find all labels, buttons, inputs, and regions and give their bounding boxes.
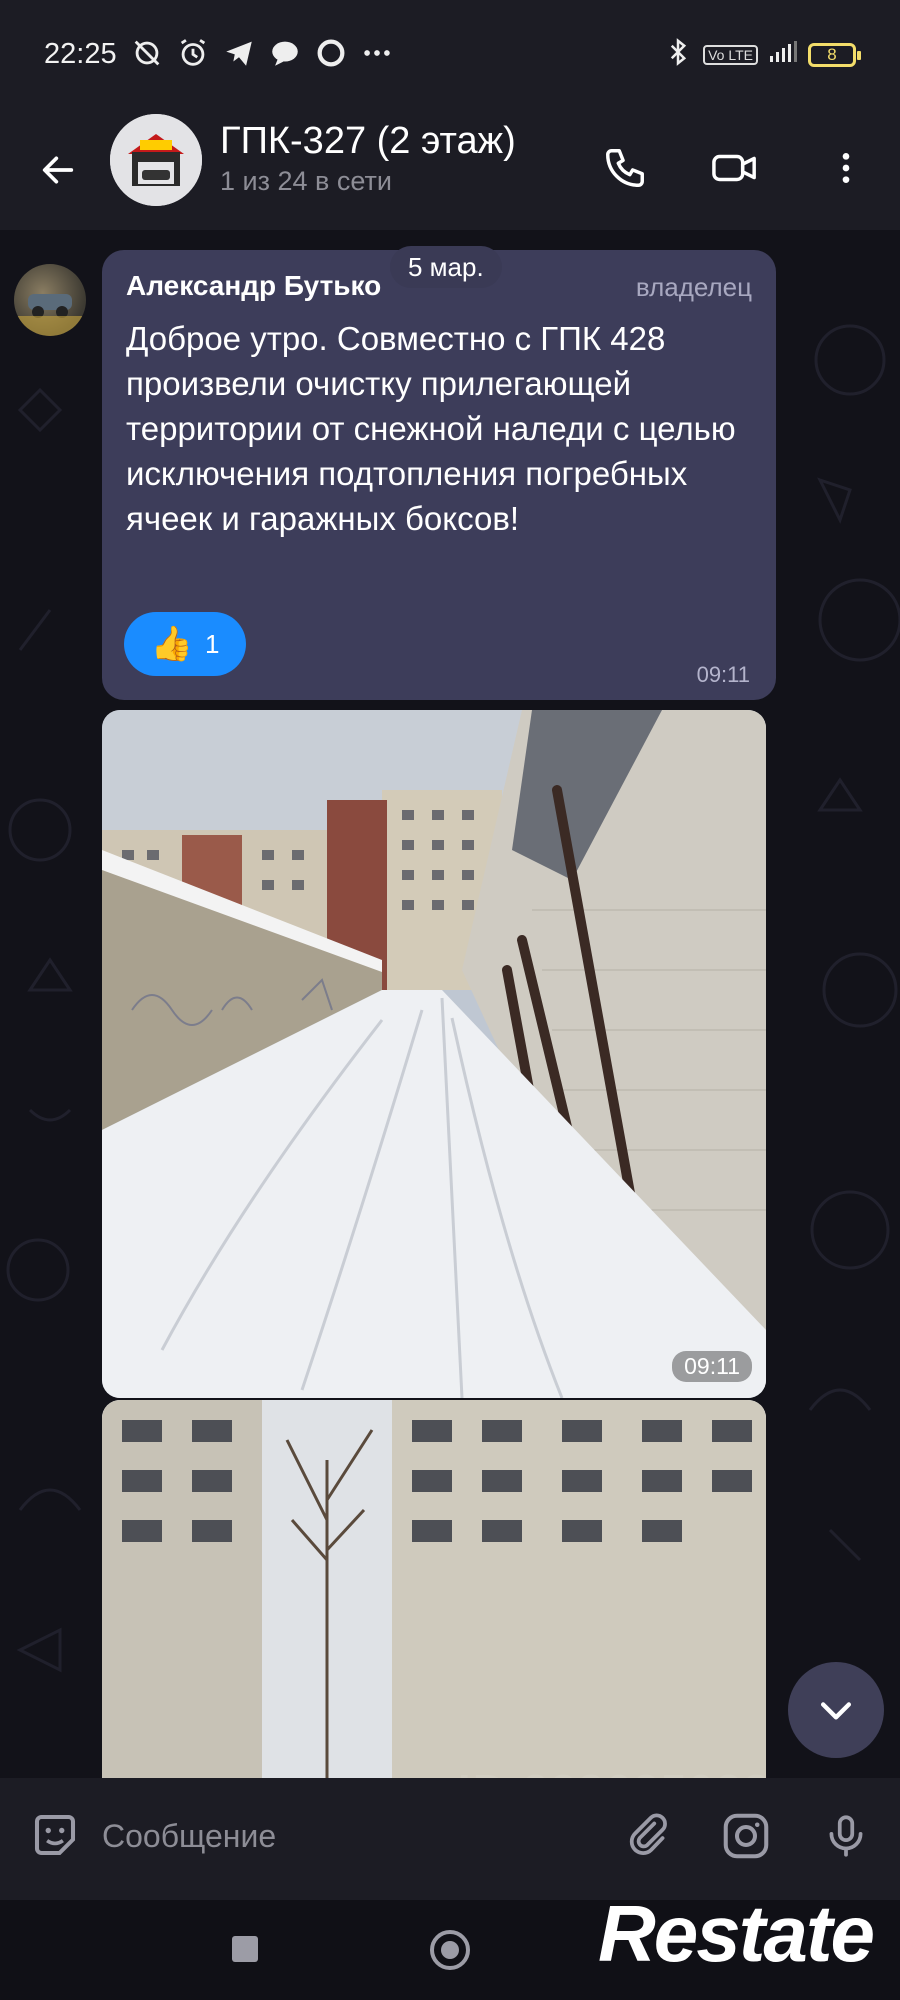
call-button[interactable] xyxy=(595,138,655,198)
chat-area[interactable]: Александр Бутько владелец Доброе утро. С… xyxy=(0,230,900,1778)
snowy-garage-alley-image xyxy=(102,710,766,1398)
status-bar: 22:25 Vo LTE 8 xyxy=(0,0,900,112)
chat-header: ГПК-327 (2 этаж) 1 из 24 в сети xyxy=(0,112,900,230)
date-chip: 5 мар. xyxy=(390,246,502,288)
more-vertical-icon xyxy=(842,153,850,183)
microphone-icon xyxy=(829,1815,863,1857)
back-button[interactable] xyxy=(30,142,86,198)
reaction-chip[interactable]: 👍 1 xyxy=(124,612,246,676)
photo-time: 09:11 xyxy=(672,1351,752,1382)
sticker-smile-icon xyxy=(34,1814,76,1856)
system-indicators: Vo LTE 8 xyxy=(663,36,861,73)
thumbs-up-icon: 👍 xyxy=(150,625,193,663)
telegram-icon xyxy=(222,36,256,75)
message-composer: Сообщение xyxy=(0,1778,900,1900)
photo-attachment-2[interactable] xyxy=(102,1400,766,1778)
message-text: Доброе утро. Совместно с ГПК 428 произве… xyxy=(126,320,736,537)
volte-badge: Vo LTE xyxy=(703,44,758,65)
phone-icon xyxy=(606,149,644,187)
sender-name[interactable]: Александр Бутько xyxy=(126,270,381,302)
brand-logo: Restate xyxy=(598,1889,875,1978)
garage-logo-icon xyxy=(110,114,202,206)
attach-button[interactable] xyxy=(620,1808,676,1864)
message-input[interactable]: Сообщение xyxy=(102,1818,276,1855)
battery-indicator: 8 xyxy=(808,42,861,67)
circle-app-icon xyxy=(314,36,348,75)
reaction-count: 1 xyxy=(204,628,220,659)
message-time: 09:11 xyxy=(696,662,750,687)
chevron-down-icon xyxy=(820,1702,852,1720)
video-call-button[interactable] xyxy=(705,138,765,198)
bluetooth-icon xyxy=(663,36,693,73)
status-time: 22:25 xyxy=(44,38,117,70)
sender-role: владелец xyxy=(635,272,752,302)
camera-icon xyxy=(723,1813,769,1859)
video-camera-icon xyxy=(712,154,756,182)
photo-attachment[interactable]: 09:11 xyxy=(102,710,766,1398)
more-notifications-icon xyxy=(360,36,394,75)
car-photo-icon xyxy=(14,294,86,336)
voice-message-button[interactable] xyxy=(818,1808,874,1864)
alarm-off-icon xyxy=(130,36,164,75)
signal-icon xyxy=(768,36,798,73)
message-bubble[interactable]: Александр Бутько владелец Доброе утро. С… xyxy=(102,250,776,700)
apartment-buildings-image xyxy=(102,1400,766,1778)
alarm-icon xyxy=(176,36,210,75)
recents-button[interactable] xyxy=(232,1936,258,1962)
sender-avatar[interactable] xyxy=(14,264,86,336)
chat-bubble-icon xyxy=(268,36,302,75)
group-avatar[interactable] xyxy=(110,114,202,206)
arrow-left-icon xyxy=(42,156,74,184)
online-status: 1 из 24 в сети xyxy=(220,166,392,196)
scroll-down-button[interactable] xyxy=(788,1662,884,1758)
more-options-button[interactable] xyxy=(816,138,876,198)
chat-title[interactable]: ГПК-327 (2 этаж) xyxy=(220,120,516,163)
sticker-button[interactable] xyxy=(28,1808,82,1862)
home-button[interactable] xyxy=(430,1930,470,1970)
notification-icons xyxy=(130,36,394,75)
camera-button[interactable] xyxy=(718,1808,774,1864)
paperclip-icon xyxy=(629,1813,667,1855)
